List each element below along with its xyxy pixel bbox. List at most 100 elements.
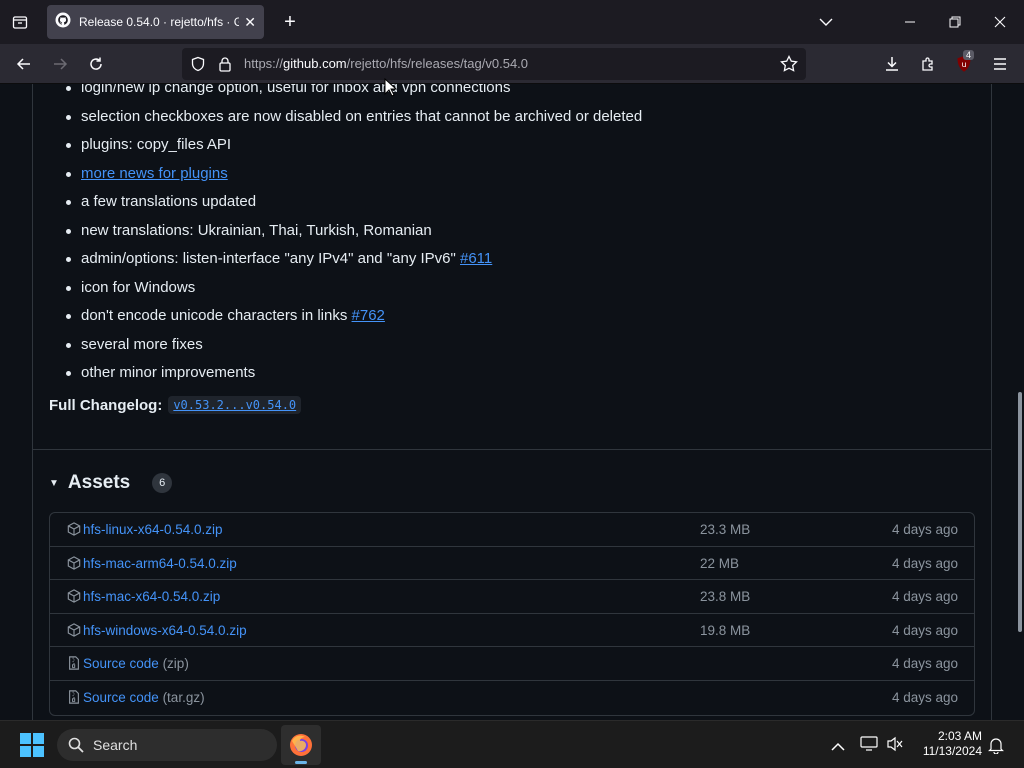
asset-link[interactable]: hfs-windows-x64-0.54.0.zip — [83, 623, 247, 638]
page-scrollbar[interactable] — [1016, 84, 1024, 720]
assets-list: hfs-linux-x64-0.54.0.zip 23.3 MB 4 days ag… — [49, 512, 975, 716]
show-hidden-icons-chevron-icon[interactable] — [831, 739, 845, 757]
asset-name[interactable]: hfs-mac-arm64-0.54.0.zip — [83, 556, 237, 571]
divider — [33, 449, 991, 450]
url-text[interactable]: https://github.com/rejetto/hfs/releases/… — [244, 56, 528, 71]
windows-start-icon[interactable] — [20, 733, 44, 762]
clock-time: 2:03 AM — [937, 729, 982, 743]
github-favicon-icon — [55, 12, 71, 33]
asset-date: 4 days ago — [891, 589, 958, 605]
table-row: hfs-mac-arm64-0.54.0.zip 22 MB 4 days ago — [50, 547, 974, 581]
new-tab-icon[interactable]: + — [280, 11, 300, 33]
assets-count-badge: 6 — [152, 473, 173, 493]
url-bar[interactable]: https://github.com/rejetto/hfs/releases/… — [182, 48, 806, 80]
scrollbar-thumb[interactable] — [1018, 392, 1022, 632]
list-item: plugins: copy_files API — [66, 131, 642, 160]
volume-muted-icon[interactable] — [886, 736, 904, 757]
asset-date: 4 days ago — [891, 522, 958, 537]
ublock-origin-icon[interactable]: u 4 — [954, 50, 975, 74]
assets-title[interactable]: Assets — [68, 472, 130, 494]
clock-date: 11/13/2024 — [922, 744, 982, 758]
list-item: new translations: Ukrainian, Thai, Turki… — [66, 217, 642, 246]
package-icon — [67, 555, 81, 570]
asset-name[interactable]: hfs-mac-x64-0.54.0.zip — [83, 589, 220, 604]
note-text: admin/options: listen-interface "any IPv… — [81, 250, 460, 267]
minimize-icon[interactable] — [900, 12, 920, 32]
table-row: hfs-linux-x64-0.54.0.zip 23.3 MB 4 days ag… — [50, 513, 974, 547]
asset-link[interactable]: Source code (zip) — [83, 656, 189, 671]
package-icon — [67, 623, 81, 637]
asset-size: 19.8 MB — [700, 622, 751, 638]
tracking-protection-shield-icon[interactable] — [190, 56, 206, 77]
app-menu-icon[interactable] — [990, 54, 1010, 74]
asset-name[interactable]: hfs-windows-x64-0.54.0.zip — [83, 623, 247, 638]
bookmark-star-icon[interactable] — [780, 55, 798, 78]
taskbar-firefox-button[interactable] — [281, 725, 321, 765]
tab-close-icon[interactable]: ✕ — [244, 14, 256, 31]
close-window-icon[interactable] — [990, 12, 1010, 32]
issue-611-link[interactable]: #611 — [460, 250, 492, 267]
notifications-bell-icon[interactable] — [988, 736, 1004, 759]
reload-icon[interactable] — [86, 54, 106, 74]
asset-link[interactable]: hfs-mac-x64-0.54.0.zip — [83, 589, 220, 604]
taskbar-search[interactable]: Search — [57, 729, 277, 761]
changelog-label: Full Changelog — [49, 396, 158, 414]
asset-link[interactable]: hfs-linux-x64-0.54.0.zip — [83, 522, 223, 537]
active-app-indicator — [295, 761, 307, 764]
asset-size: 23.3 MB — [700, 522, 751, 537]
note-text: several more fixes — [81, 335, 203, 353]
asset-name[interactable]: hfs-linux-x64-0.54.0.zip — [83, 522, 223, 537]
forward-icon[interactable] — [50, 54, 70, 74]
asset-date: 4 days ago — [891, 622, 958, 638]
asset-name[interactable]: Source code — [83, 656, 159, 671]
note-text: a few translations updated — [81, 193, 257, 210]
mouse-cursor-icon — [384, 77, 398, 103]
asset-link[interactable]: Source code (tar.gz) — [83, 690, 205, 705]
tab-active[interactable]: Release 0.54.0 · rejetto/hfs · GitHub ✕ — [47, 5, 264, 39]
note-text: don't encode unicode characters in links — [81, 307, 352, 324]
list-item: several more fixes — [66, 331, 642, 360]
caret-down-icon[interactable]: ▼ — [49, 478, 59, 489]
list-item: admin/options: listen-interface "any IPv… — [66, 245, 642, 274]
firefox-view-icon[interactable] — [10, 12, 30, 32]
tab-bar: Release 0.54.0 · rejetto/hfs · GitHub ✕ … — [0, 0, 1024, 44]
list-item: login/new ip change option, useful for i… — [66, 84, 642, 103]
back-icon[interactable] — [14, 54, 34, 74]
package-icon — [67, 522, 81, 536]
assets-header[interactable]: ▼ Assets 6 — [49, 472, 173, 494]
list-item: selection checkboxes are now disabled on… — [66, 103, 642, 132]
extensions-icon[interactable] — [918, 54, 938, 74]
table-row: hfs-mac-x64-0.54.0.zip 23.8 MB 4 days ago — [50, 580, 974, 614]
release-notes-list: login/new ip change option, useful for i… — [66, 84, 642, 388]
note-text: new translations: Ukrainian, Thai, Turki… — [81, 221, 432, 239]
network-icon[interactable] — [860, 736, 878, 757]
search-icon — [68, 737, 84, 758]
list-all-tabs-icon[interactable] — [816, 12, 836, 32]
changelog-compare-link[interactable]: v0.53.2...v0.54.0 — [168, 396, 302, 414]
list-item: other minor improvements — [66, 359, 642, 388]
search-label: Search — [93, 737, 138, 753]
more-news-for-plugins-link[interactable]: more news for plugins — [81, 165, 228, 182]
note-text: other minor improvements — [81, 364, 256, 381]
note-text: selection checkboxes are now disabled on… — [81, 107, 643, 125]
file-zip-icon — [67, 656, 81, 671]
asset-date: 4 days ago — [891, 689, 958, 705]
svg-text:u: u — [961, 60, 966, 69]
asset-ext[interactable]: (tar.gz) — [159, 690, 205, 705]
list-item: icon for Windows — [66, 274, 642, 303]
firefox-icon — [289, 733, 313, 762]
full-changelog: Full Changelog: v0.53.2...v0.54.0 — [49, 396, 302, 414]
asset-date: 4 days ago — [891, 656, 958, 672]
asset-ext[interactable]: (zip) — [159, 656, 189, 671]
restore-icon[interactable] — [945, 12, 965, 32]
note-text: icon for Windows — [81, 278, 196, 296]
note-text: login/new ip change option, useful for i… — [81, 84, 511, 96]
list-item: more news for plugins — [66, 160, 642, 189]
issue-762-link[interactable]: #762 — [352, 307, 385, 324]
downloads-icon[interactable] — [882, 54, 902, 74]
asset-link[interactable]: hfs-mac-arm64-0.54.0.zip — [83, 556, 237, 571]
asset-name[interactable]: Source code — [83, 690, 159, 705]
lock-icon[interactable] — [218, 56, 232, 77]
taskbar-clock[interactable]: 2:03 AM 11/13/2024 — [914, 729, 982, 759]
changelog-colon: : — [157, 396, 163, 414]
